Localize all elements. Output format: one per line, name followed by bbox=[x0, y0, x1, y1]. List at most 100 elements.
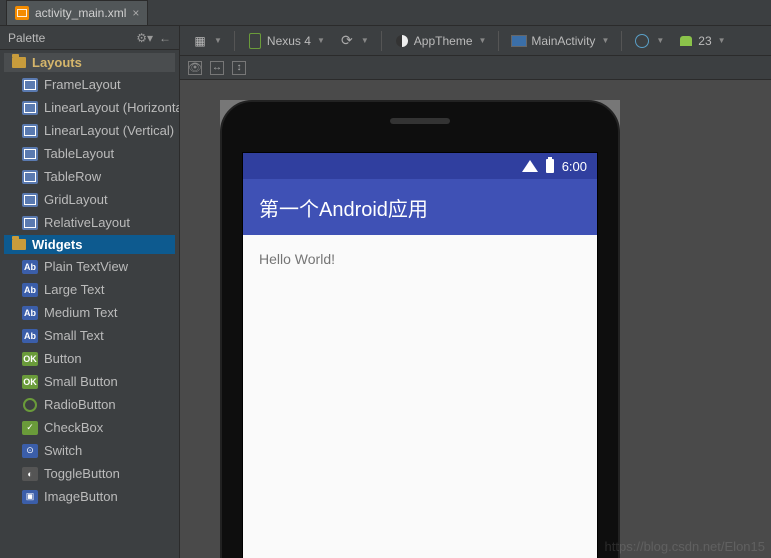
locale-picker[interactable]: ▼ bbox=[628, 29, 670, 53]
palette-item-gridlayout[interactable]: GridLayout bbox=[0, 188, 179, 211]
palette-item-label: Large Text bbox=[44, 282, 104, 297]
separator bbox=[498, 31, 499, 51]
palette-item-tablelayout[interactable]: TableLayout bbox=[0, 142, 179, 165]
editor-tabbar: activity_main.xml × bbox=[0, 0, 771, 26]
palette-item-relativelayout[interactable]: RelativeLayout bbox=[0, 211, 179, 234]
palette-item-label: Plain TextView bbox=[44, 259, 128, 274]
status-time: 6:00 bbox=[562, 159, 587, 174]
wifi-icon bbox=[522, 160, 538, 172]
palette-item-large-text[interactable]: Ab Large Text bbox=[0, 278, 179, 301]
palette-item-small-button[interactable]: OK Small Button bbox=[0, 370, 179, 393]
palette-item-label: Medium Text bbox=[44, 305, 117, 320]
status-bar: 6:00 bbox=[243, 153, 597, 179]
eye-icon bbox=[188, 60, 202, 76]
palette-item-linearlayout-v[interactable]: LinearLayout (Vertical) bbox=[0, 119, 179, 142]
canvas-background: 6:00 第一个Android应用 Hello World! bbox=[220, 100, 620, 558]
activity-icon bbox=[511, 33, 527, 49]
palette-panel: Palette ⚙▾ ← Layouts FrameLayout LinearL… bbox=[0, 26, 180, 558]
section-label: Layouts bbox=[32, 55, 82, 70]
palette-item-label: Button bbox=[44, 351, 82, 366]
chevron-down-icon: ▼ bbox=[361, 36, 369, 45]
palette-item-medium-text[interactable]: Ab Medium Text bbox=[0, 301, 179, 324]
palette-item-togglebutton[interactable]: ◐ ToggleButton bbox=[0, 462, 179, 485]
palette-item-label: RadioButton bbox=[44, 397, 116, 412]
chevron-down-icon: ▼ bbox=[601, 36, 609, 45]
device-frame: 6:00 第一个Android应用 Hello World! bbox=[220, 100, 620, 558]
palette-item-label: GridLayout bbox=[44, 192, 108, 207]
button-icon: OK bbox=[22, 375, 38, 389]
layout-icon bbox=[22, 147, 38, 161]
layout-icon bbox=[22, 170, 38, 184]
orientation-button[interactable]: ▼ bbox=[333, 29, 375, 53]
palette-item-framelayout[interactable]: FrameLayout bbox=[0, 73, 179, 96]
device-label: Nexus 4 bbox=[267, 34, 311, 48]
toggle-icon: ◐ bbox=[22, 467, 38, 481]
file-tab-label: activity_main.xml bbox=[35, 6, 126, 20]
design-editor: ▦▼ Nexus 4▼ ▼ AppTheme▼ MainActivity▼ ▼ … bbox=[180, 26, 771, 558]
palette-item-small-text[interactable]: AbSmall Text bbox=[0, 324, 179, 347]
palette-item-label: Small Text bbox=[44, 328, 104, 343]
chevron-down-icon: ▼ bbox=[479, 36, 487, 45]
palette-header: Palette ⚙▾ ← bbox=[0, 26, 179, 50]
design-surface-button[interactable]: ▦▼ bbox=[186, 29, 228, 53]
device-picker[interactable]: Nexus 4 ▼ bbox=[241, 29, 331, 53]
palette-item-label: Small Button bbox=[44, 374, 118, 389]
palette-item-label: Switch bbox=[44, 443, 82, 458]
file-tab[interactable]: activity_main.xml × bbox=[6, 0, 148, 25]
app-bar: 第一个Android应用 bbox=[243, 179, 597, 235]
palette-item-tablerow[interactable]: TableRow bbox=[0, 165, 179, 188]
palette-item-radiobutton[interactable]: RadioButton bbox=[0, 393, 179, 416]
palette-item-label: ToggleButton bbox=[44, 466, 120, 481]
theme-label: AppTheme bbox=[414, 34, 473, 48]
api-picker[interactable]: 23▼ bbox=[672, 29, 731, 53]
palette-item-imagebutton[interactable]: ▣ImageButton bbox=[0, 485, 179, 508]
activity-label: MainActivity bbox=[531, 34, 595, 48]
palette-title: Palette bbox=[8, 31, 45, 45]
arrow-left-icon[interactable]: ← bbox=[159, 31, 171, 45]
section-layouts[interactable]: Layouts bbox=[4, 53, 175, 72]
folder-icon bbox=[12, 57, 26, 68]
switch-icon: ⊙ bbox=[22, 444, 38, 458]
expand-horizontal-button[interactable]: ↔ bbox=[210, 61, 224, 75]
layout-icon bbox=[22, 124, 38, 138]
hello-text: Hello World! bbox=[259, 251, 335, 267]
section-label: Widgets bbox=[32, 237, 82, 252]
theme-icon bbox=[394, 33, 410, 49]
activity-picker[interactable]: MainActivity ▼ bbox=[505, 29, 615, 53]
layout-icon bbox=[22, 216, 38, 230]
palette-item-label: TableLayout bbox=[44, 146, 114, 161]
layout-icon bbox=[22, 78, 38, 92]
image-icon: ▣ bbox=[22, 490, 38, 504]
palette-item-switch[interactable]: ⊙ Switch bbox=[0, 439, 179, 462]
view-options-button[interactable] bbox=[188, 61, 202, 75]
expand-vertical-button[interactable]: ↕ bbox=[232, 61, 246, 75]
separator bbox=[381, 31, 382, 51]
chevron-down-icon: ▼ bbox=[656, 36, 664, 45]
palette-item-textview[interactable]: AbPlain TextView bbox=[0, 255, 179, 278]
palette-item-label: CheckBox bbox=[44, 420, 103, 435]
palette-item-label: TableRow bbox=[44, 169, 101, 184]
design-canvas[interactable]: 6:00 第一个Android应用 Hello World! bbox=[180, 80, 771, 558]
section-widgets[interactable]: Widgets bbox=[4, 235, 175, 254]
android-icon bbox=[678, 33, 694, 49]
palette-tree: Layouts FrameLayout LinearLayout (Horizo… bbox=[0, 50, 179, 558]
rotate-icon bbox=[339, 33, 355, 49]
palette-item-label: LinearLayout (Horizontal) bbox=[44, 100, 179, 115]
api-label: 23 bbox=[698, 34, 711, 48]
gear-icon[interactable]: ⚙▾ bbox=[136, 31, 153, 45]
palette-item-button[interactable]: OK Button bbox=[0, 347, 179, 370]
theme-picker[interactable]: AppTheme ▼ bbox=[388, 29, 493, 53]
view-options-bar: ↔ ↕ bbox=[180, 56, 771, 80]
chevron-down-icon: ▼ bbox=[317, 36, 325, 45]
text-icon: Ab bbox=[22, 283, 38, 297]
button-icon: OK bbox=[22, 352, 38, 366]
layout-icon bbox=[22, 193, 38, 207]
folder-icon bbox=[12, 239, 26, 250]
xml-file-icon bbox=[15, 6, 29, 20]
palette-item-linearlayout-h[interactable]: LinearLayout (Horizontal) bbox=[0, 96, 179, 119]
palette-item-checkbox[interactable]: ✓CheckBox bbox=[0, 416, 179, 439]
close-tab-icon[interactable]: × bbox=[132, 6, 139, 20]
chevron-down-icon: ▼ bbox=[214, 36, 222, 45]
device-screen[interactable]: 6:00 第一个Android应用 Hello World! bbox=[242, 152, 598, 558]
text-icon: Ab bbox=[22, 306, 38, 320]
